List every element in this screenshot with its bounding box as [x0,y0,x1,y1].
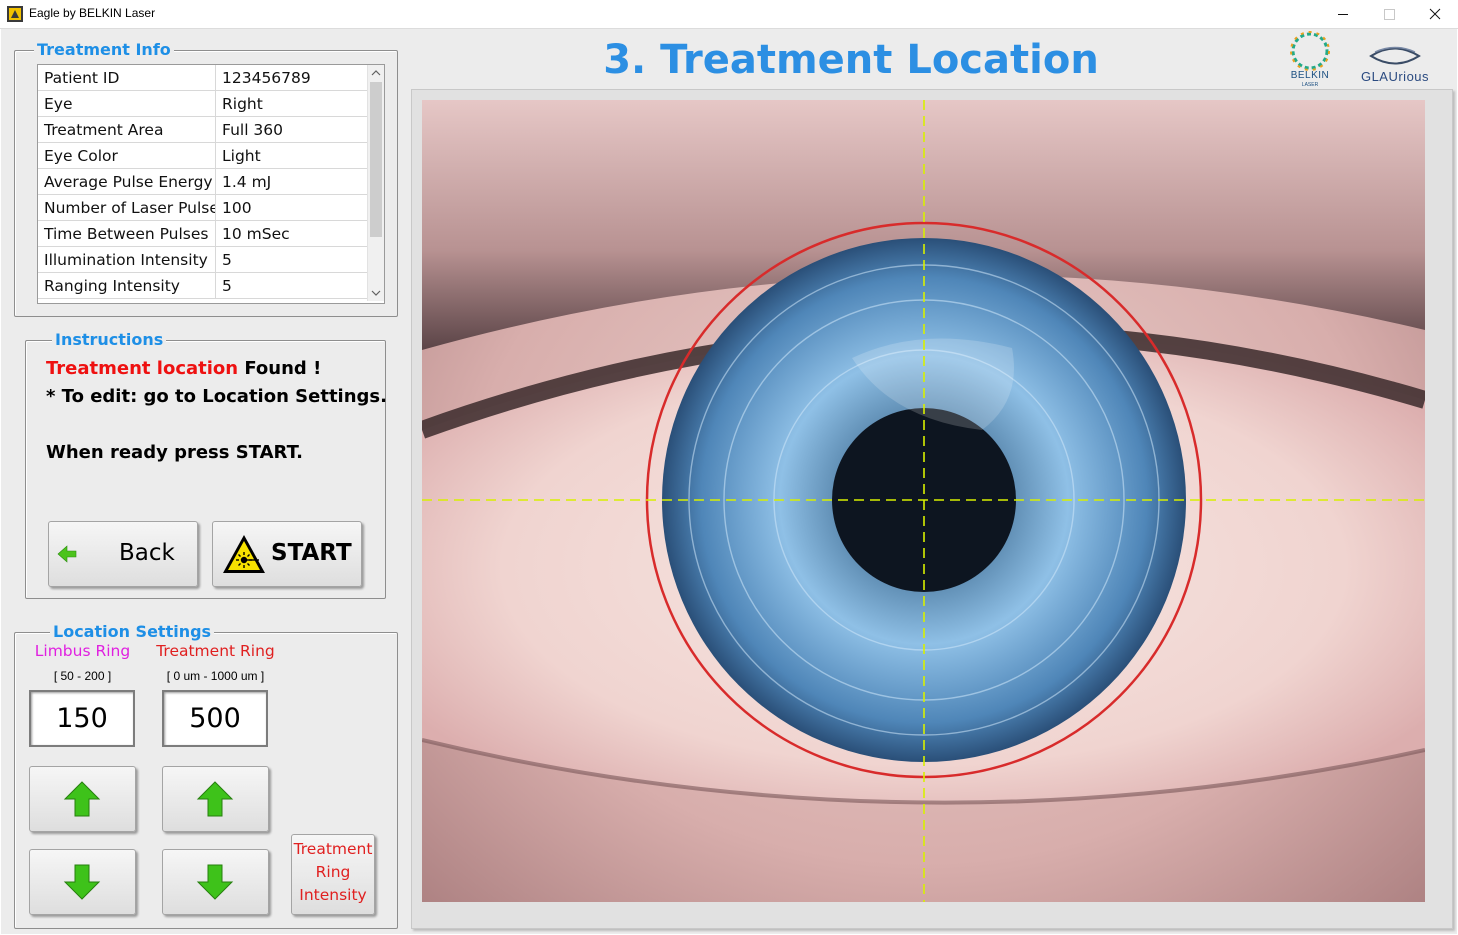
intensity-label: Treatment Ring Intensity [292,838,374,907]
belkin-logo-text: BELKIN [1290,70,1330,81]
info-key-cell: Time Between Pulses [38,220,216,247]
info-key-cell: Ranging Intensity [38,272,216,299]
info-value-cell: 5 [215,246,368,273]
table-row[interactable]: Patient ID 123456789 [38,65,368,91]
back-arrow-icon [57,545,77,563]
instruction-highlight: Treatment location [46,358,239,379]
belkin-logo-sub: LASER [1301,82,1319,88]
treatment-ring-label: Treatment Ring [156,642,275,660]
back-label: Back [119,540,175,566]
info-key-cell: Average Pulse Energy [38,168,216,195]
maximize-control[interactable] [1366,0,1412,28]
window-title: Eagle by BELKIN Laser [29,6,156,20]
info-value-cell: Right [215,90,368,117]
eye-camera-view[interactable] [422,100,1425,902]
limbus-ring-range: [ 50 - 200 ] [53,669,112,683]
arrow-up-icon [196,781,234,817]
laser-warning-icon [223,535,265,573]
info-key-cell: Treatment Area [38,116,216,143]
treatment-increase-button[interactable] [162,766,269,832]
info-key-cell: Number of Laser Pulse [38,194,216,221]
table-row[interactable]: Average Pulse Energy 1.4 mJ [38,168,368,195]
info-value-cell: 123456789 [215,65,368,91]
instruction-line-3: When ready press START. [46,442,303,463]
start-label: START [271,540,352,566]
table-row[interactable]: Treatment Area Full 360 [38,116,368,143]
intensity-label-line3: Intensity [299,886,367,904]
table-row[interactable]: Ranging Intensity 5 [38,272,368,299]
instructions-legend: Instructions [52,331,167,349]
info-key-cell: Eye [38,90,216,117]
table-row[interactable]: Eye Color Light [38,142,368,169]
instruction-line-2: * To edit: go to Location Settings. [46,386,387,407]
arrow-up-icon [63,781,101,817]
glaurious-logo-text: GLAUrious [1360,69,1430,84]
belkin-ring-icon [1290,31,1330,71]
minimize-icon [1338,14,1348,15]
close-control[interactable] [1412,0,1458,28]
info-value-cell: 1.4 mJ [215,168,368,195]
limbus-ring-label: Limbus Ring [34,642,131,660]
info-key-cell: Patient ID [38,65,216,91]
page-title: 3. Treatment Location [603,37,1099,83]
title-bar: Eagle by BELKIN Laser [0,0,1458,29]
info-key-cell: Eye Color [38,142,216,169]
treatment-info-group: Treatment Info Patient ID 123456789 Eye Rig… [14,41,398,317]
info-key-cell: Illumination Intensity [38,246,216,273]
scroll-up-icon[interactable] [368,65,384,81]
close-icon [1429,8,1441,20]
treatment-ring-value[interactable]: 500 [162,690,268,747]
table-row[interactable]: Illumination Intensity 5 [38,246,368,273]
info-table-body: Patient ID 123456789 Eye Right Treatment Are… [38,65,368,299]
table-row[interactable]: Eye Right [38,90,368,117]
glaurious-logo: GLAUrious [1345,39,1445,89]
info-value-cell: Full 360 [215,116,368,143]
camera-view-frame [411,89,1453,929]
scroll-thumb[interactable] [370,82,382,237]
instruction-found: Found ! [238,358,322,379]
app-icon [7,6,23,22]
treatment-info-table[interactable]: Patient ID 123456789 Eye Right Treatment Are… [37,64,385,304]
limbus-ring-value[interactable]: 150 [29,690,135,747]
info-value-cell: 10 mSec [215,220,368,247]
location-settings-group: Location Settings Limbus Ring Treatment … [14,623,398,929]
minimize-control[interactable] [1320,0,1366,28]
treatment-ring-range: [ 0 um - 1000 um ] [166,669,265,683]
scroll-down-icon[interactable] [368,285,384,301]
instructions-group: Instructions Treatment location Found ! … [25,331,387,599]
app-client-area: Treatment Info Patient ID 123456789 Eye Rig… [1,29,1457,934]
info-value-cell: Light [215,142,368,169]
location-settings-legend: Location Settings [50,623,215,641]
table-row[interactable]: Number of Laser Pulse 100 [38,194,368,221]
limbus-decrease-button[interactable] [29,849,136,915]
table-row[interactable]: Time Between Pulses 10 mSec [38,220,368,247]
maximize-icon [1384,9,1395,20]
belkin-logo: BELKIN LASER [1281,29,1339,89]
info-value-cell: 100 [215,194,368,221]
limbus-increase-button[interactable] [29,766,136,832]
eye-image [422,100,1425,902]
treatment-decrease-button[interactable] [162,849,269,915]
back-button[interactable]: Back [48,521,198,587]
arrow-down-icon [63,864,101,900]
instruction-line-1: Treatment location Found ! [46,358,321,379]
treatment-info-legend: Treatment Info [34,41,174,59]
start-button[interactable]: START [212,521,362,587]
window-controls [1320,0,1458,28]
info-value-cell: 5 [215,272,368,299]
intensity-label-line1: Treatment [293,840,373,858]
intensity-label-line2: Ring [315,863,351,881]
table-scrollbar[interactable] [367,65,384,301]
treatment-ring-intensity-button[interactable]: Treatment Ring Intensity [291,834,375,915]
arrow-down-icon [196,864,234,900]
glaurious-eye-icon [1369,46,1421,65]
